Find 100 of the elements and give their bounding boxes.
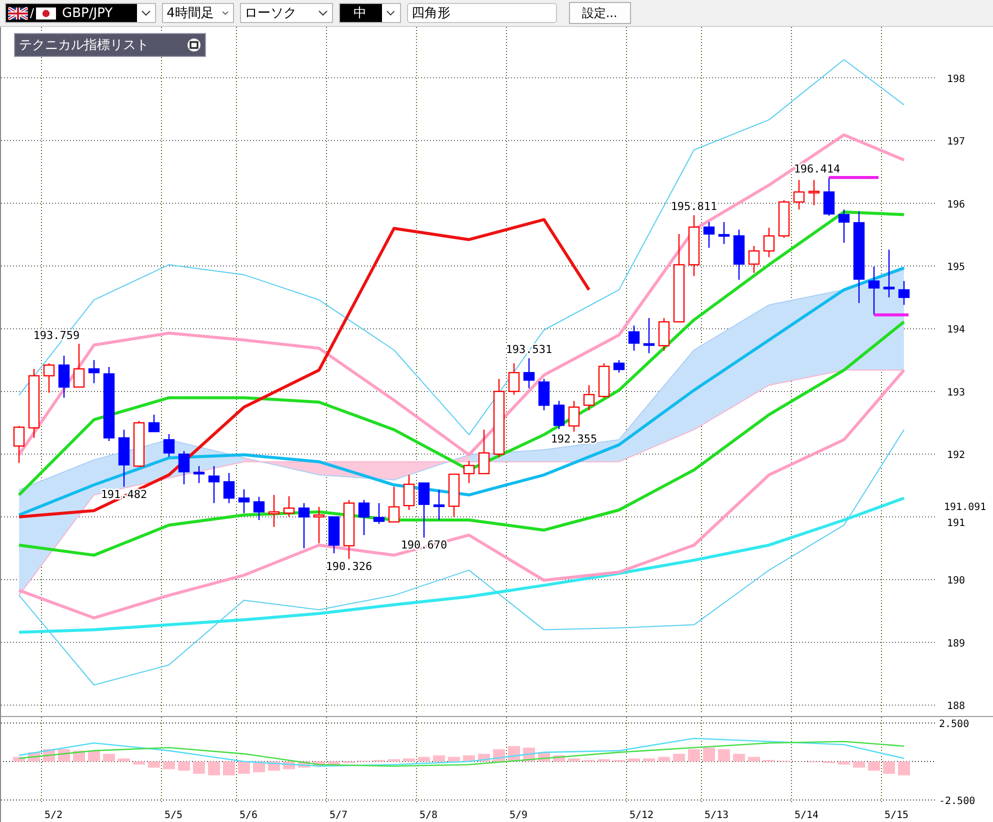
candlestick [838, 210, 850, 243]
candlestick [643, 318, 655, 354]
timeframe-dropdown[interactable]: 4時間足 [162, 3, 234, 23]
candlestick [598, 363, 610, 398]
line-width-dropdown[interactable]: 中 [338, 3, 401, 23]
candlestick [793, 180, 805, 210]
candlestick [28, 368, 40, 438]
histogram-bar [463, 755, 475, 762]
histogram-bar [193, 762, 205, 774]
histogram-bar [388, 759, 400, 762]
restore-icon[interactable] [187, 38, 201, 52]
candlestick [58, 356, 70, 398]
candlestick [268, 494, 280, 527]
price-axis-label: 188 [947, 701, 966, 712]
oscillator-axis-label: 2.500 [939, 719, 970, 730]
histogram-bar [568, 758, 580, 762]
candlestick [688, 215, 700, 276]
candlestick [553, 400, 565, 430]
candlestick [658, 318, 670, 351]
histogram-bar [688, 749, 700, 762]
histogram-bar [853, 762, 865, 768]
price-annotation: 190.670 [400, 538, 448, 552]
candlestick [883, 250, 895, 298]
histogram-bar [898, 762, 910, 776]
currency-pair-dropdown[interactable]: / GBP/JPY [5, 3, 156, 23]
candlestick [88, 360, 100, 384]
candlestick [538, 378, 550, 410]
current-price-label: 191.091 [944, 502, 986, 514]
price-annotation: 195.811 [670, 200, 718, 214]
price-annotation: 196.414 [794, 162, 840, 176]
japan-flag-icon [36, 6, 56, 20]
candlestick [898, 281, 910, 305]
histogram-bar [328, 762, 340, 765]
candlestick [328, 516, 340, 554]
histogram-bar [448, 756, 460, 762]
uk-flag-icon [8, 6, 28, 20]
price-axis-label: 197 [947, 136, 966, 148]
histogram-bar [433, 755, 445, 762]
price-axis-label: 193 [947, 387, 966, 398]
date-label: 5/2 [44, 810, 63, 821]
histogram-bar [733, 754, 745, 762]
candlestick [73, 344, 85, 388]
candlestick [163, 434, 175, 457]
histogram-bar [838, 762, 850, 765]
candlestick [733, 230, 745, 280]
candlestick [148, 414, 160, 432]
histogram-bar [643, 758, 655, 762]
candlestick [43, 363, 55, 393]
level-line [829, 176, 878, 180]
price-axis-label: 190 [947, 576, 966, 587]
date-label: 5/6 [240, 810, 258, 821]
candlestick [238, 489, 250, 514]
candlestick [433, 490, 445, 520]
histogram-bar [673, 754, 685, 762]
price-axis-label: 194 [947, 324, 966, 336]
candlestick [388, 486, 400, 523]
candlestick [418, 482, 430, 538]
chart-type-dropdown[interactable]: ローソク [240, 3, 333, 23]
date-label: 5/15 [884, 810, 909, 821]
histogram-bar [403, 758, 415, 762]
histogram-bar [208, 762, 220, 776]
candlestick [343, 500, 355, 559]
histogram-bar [103, 754, 115, 762]
date-label: 5/12 [630, 810, 654, 821]
candlestick [13, 426, 25, 463]
candlestick [703, 222, 715, 248]
candlestick [463, 461, 475, 484]
candlestick [583, 385, 595, 410]
price-axis-label: 191 [947, 518, 966, 529]
candlestick [628, 326, 640, 351]
date-label: 5/9 [510, 810, 528, 821]
histogram-bar [658, 756, 670, 762]
candlestick [403, 474, 415, 510]
settings-button[interactable]: 設定... [568, 2, 631, 24]
histogram-bar [13, 756, 25, 762]
histogram-bar [493, 749, 505, 762]
caret-icon [386, 10, 396, 16]
candlestick [478, 430, 490, 474]
caret-icon [222, 10, 229, 16]
shape-field[interactable]: 四角形 [406, 3, 557, 23]
histogram-bar [133, 762, 145, 765]
price-axis-label: 198 [947, 74, 966, 85]
candlestick [283, 496, 295, 517]
candlestick [763, 228, 775, 258]
histogram-bar [148, 762, 160, 768]
oscillator-axis-label: -2.500 [939, 796, 976, 807]
indicator-list-title: テクニカル指標リスト [19, 37, 149, 54]
histogram-bar [703, 748, 715, 762]
caret-icon [318, 10, 328, 16]
candlestick [613, 360, 625, 373]
histogram-bar [598, 759, 610, 762]
level-line [874, 313, 908, 316]
histogram-bar [718, 749, 730, 762]
price-axis-label: 195 [947, 262, 966, 273]
histogram-bar [868, 762, 880, 771]
candlestick [448, 474, 460, 517]
price-axis-label: 192 [947, 450, 966, 462]
candlestick [823, 178, 835, 216]
price-axis-label: 196 [947, 199, 966, 210]
candlestick [808, 180, 820, 206]
